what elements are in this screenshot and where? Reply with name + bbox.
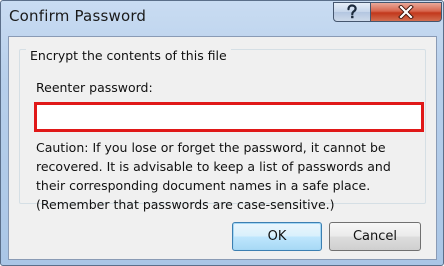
close-button[interactable] <box>370 2 442 22</box>
ok-button[interactable]: OK <box>232 222 322 251</box>
confirm-password-dialog: Confirm Password Encrypt the contents of… <box>0 0 444 266</box>
group-label: Encrypt the contents of this file <box>26 48 231 63</box>
encrypt-groupbox: Encrypt the contents of this file Reente… <box>19 48 426 212</box>
caution-text: Caution: If you lose or forget the passw… <box>36 140 391 212</box>
reenter-password-input[interactable] <box>34 102 424 132</box>
reenter-password-label: Reenter password: <box>36 80 153 95</box>
title-bar[interactable]: Confirm Password <box>1 1 443 35</box>
dialog-body: Encrypt the contents of this file Reente… <box>8 36 437 260</box>
help-button[interactable] <box>333 2 371 22</box>
close-x-icon <box>398 5 414 19</box>
dialog-title: Confirm Password <box>9 7 147 25</box>
cancel-button[interactable]: Cancel <box>329 222 421 251</box>
question-mark-icon <box>347 4 357 19</box>
